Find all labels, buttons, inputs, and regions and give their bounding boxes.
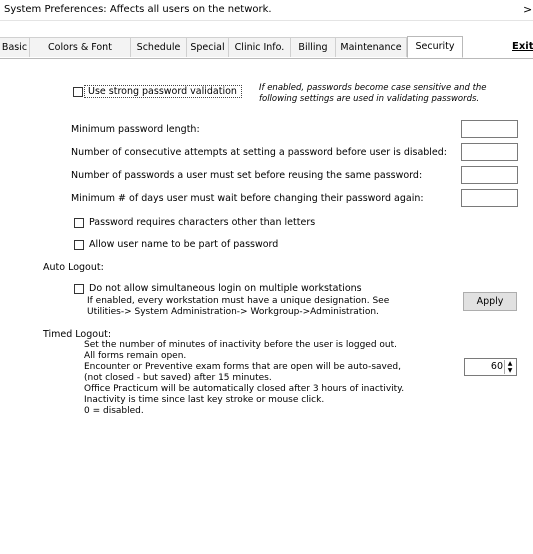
apply-button[interactable]: Apply: [463, 292, 517, 311]
strong-password-label: Use strong password validation: [88, 86, 237, 97]
timed-logout-line-2: All forms remain open.: [84, 351, 187, 361]
timed-logout-line-1: Set the number of minutes of inactivity …: [84, 340, 398, 350]
require-nonletters-checkbox[interactable]: [74, 218, 84, 228]
tab-maintenance[interactable]: Maintenance: [336, 37, 407, 57]
no-simultaneous-checkbox[interactable]: [74, 284, 84, 294]
reuse-label: Number of passwords a user must set befo…: [71, 170, 423, 181]
tab-security[interactable]: Security: [407, 36, 463, 58]
tab-clinic-info[interactable]: Clinic Info.: [229, 37, 291, 57]
timed-logout-line-7: 0 = disabled.: [84, 406, 144, 416]
min-length-label: Minimum password length:: [71, 124, 200, 135]
timed-logout-heading: Timed Logout:: [43, 329, 112, 340]
allow-username-checkbox[interactable]: [74, 240, 84, 250]
strong-password-note-2: following settings are used in validatin…: [259, 94, 480, 104]
tab-colors-font[interactable]: Colors & Font: [30, 37, 131, 57]
min-length-input[interactable]: [461, 120, 518, 138]
auto-logout-note-2: Utilities-> System Administration-> Work…: [87, 307, 379, 317]
attempts-label: Number of consecutive attempts at settin…: [71, 147, 448, 158]
allow-username-label: Allow user name to be part of password: [89, 239, 279, 250]
reuse-input[interactable]: [461, 166, 518, 184]
min-days-input[interactable]: [461, 189, 518, 207]
auto-logout-heading: Auto Logout:: [43, 262, 104, 273]
min-days-label: Minimum # of days user must wait before …: [71, 193, 424, 204]
strong-password-note-1: If enabled, passwords become case sensit…: [259, 83, 487, 93]
spinner-arrows: ▲ ▼: [504, 360, 515, 374]
timed-logout-line-6: Inactivity is time since last key stroke…: [84, 395, 325, 405]
up-arrow-icon[interactable]: ▲: [505, 360, 515, 367]
title-bar: System Preferences: Affects all users on…: [0, 0, 533, 21]
timed-logout-line-3: Encounter or Preventive exam forms that …: [84, 362, 401, 372]
timed-logout-line-4: (not closed - but saved) after 15 minute…: [84, 373, 272, 383]
window-title: System Preferences: Affects all users on…: [4, 4, 272, 15]
close-icon[interactable]: >: [523, 3, 532, 16]
tab-bar: Basic Colors & Font Schedule Special Cli…: [0, 36, 533, 59]
tab-special[interactable]: Special: [187, 37, 229, 57]
timed-logout-minutes-value: 60: [490, 361, 503, 372]
require-nonletters-label: Password requires characters other than …: [89, 217, 316, 228]
tab-schedule[interactable]: Schedule: [131, 37, 187, 57]
auto-logout-note-1: If enabled, every workstation must have …: [87, 296, 390, 306]
strong-password-checkbox[interactable]: [73, 87, 83, 97]
tab-billing[interactable]: Billing: [291, 37, 336, 57]
exit-button[interactable]: Exit: [512, 37, 533, 57]
attempts-input[interactable]: [461, 143, 518, 161]
down-arrow-icon[interactable]: ▼: [505, 367, 515, 374]
timed-logout-minutes-spinner[interactable]: 60 ▲ ▼: [464, 358, 517, 376]
tab-basic[interactable]: Basic: [0, 37, 30, 57]
timed-logout-line-5: Office Practicum will be automatically c…: [84, 384, 405, 394]
no-simultaneous-label: Do not allow simultaneous login on multi…: [89, 283, 362, 294]
